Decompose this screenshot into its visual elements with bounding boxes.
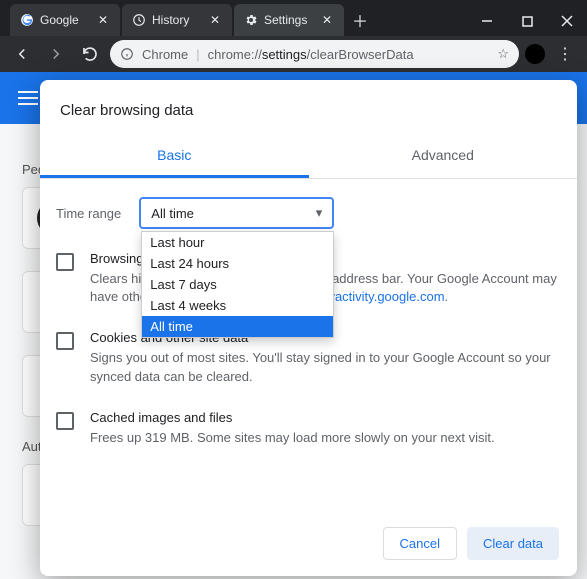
- tab-google[interactable]: Google ✕: [10, 4, 120, 36]
- time-range-dropdown: Last hour Last 24 hours Last 7 days Last…: [141, 231, 334, 338]
- tab-close-icon[interactable]: ✕: [208, 13, 222, 27]
- tab-close-icon[interactable]: ✕: [320, 13, 334, 27]
- cache-checkbox[interactable]: [56, 412, 74, 430]
- browser-menu-button[interactable]: ⋮: [551, 40, 579, 68]
- profile-avatar[interactable]: [525, 44, 545, 64]
- activity-link[interactable]: myactivity.google.com: [318, 289, 445, 304]
- dialog-title: Clear browsing data: [40, 80, 577, 135]
- tab-basic[interactable]: Basic: [40, 135, 309, 178]
- tab-label: Google: [40, 13, 79, 27]
- time-option[interactable]: Last 24 hours: [142, 253, 333, 274]
- clear-data-button[interactable]: Clear data: [467, 527, 559, 560]
- time-option[interactable]: All time: [142, 316, 333, 337]
- time-option[interactable]: Last hour: [142, 232, 333, 253]
- item-desc: Signs you out of most sites. You'll stay…: [90, 349, 561, 385]
- tab-close-icon[interactable]: ✕: [96, 13, 110, 27]
- browsing-history-checkbox[interactable]: [56, 253, 74, 271]
- time-option[interactable]: Last 7 days: [142, 274, 333, 295]
- chevron-down-icon: ▾: [316, 205, 323, 221]
- clear-browsing-data-dialog: Clear browsing data Basic Advanced Time …: [40, 80, 577, 576]
- time-range-select[interactable]: All time ▾ Last hour Last 24 hours Last …: [139, 197, 334, 229]
- tab-label: History: [152, 13, 189, 27]
- tab-label: Settings: [264, 13, 307, 27]
- site-info-icon[interactable]: [120, 47, 134, 61]
- tab-history[interactable]: History ✕: [122, 4, 232, 36]
- google-icon: [20, 13, 34, 27]
- tab-settings[interactable]: Settings ✕: [234, 4, 344, 36]
- window-maximize-button[interactable]: [507, 6, 547, 36]
- item-title: Cached images and files: [90, 410, 495, 425]
- reload-button[interactable]: [76, 40, 104, 68]
- new-tab-button[interactable]: ＋: [346, 6, 374, 34]
- omnibox-prefix: Chrome: [142, 47, 188, 62]
- history-icon: [132, 13, 146, 27]
- address-bar[interactable]: Chrome | chrome://settings/clearBrowserD…: [110, 40, 519, 68]
- window-minimize-button[interactable]: [467, 6, 507, 36]
- time-option[interactable]: Last 4 weeks: [142, 295, 333, 316]
- menu-icon[interactable]: [18, 91, 38, 105]
- cookies-checkbox[interactable]: [56, 332, 74, 350]
- item-desc: Frees up 319 MB. Some sites may load mor…: [90, 429, 495, 447]
- cancel-button[interactable]: Cancel: [383, 527, 457, 560]
- time-range-label: Time range: [56, 206, 121, 221]
- window-close-button[interactable]: [547, 6, 587, 36]
- forward-button[interactable]: [42, 40, 70, 68]
- gear-icon: [244, 13, 258, 27]
- tab-advanced[interactable]: Advanced: [309, 135, 578, 178]
- bookmark-star-icon[interactable]: ☆: [497, 46, 509, 62]
- time-range-value: All time: [151, 206, 194, 221]
- back-button[interactable]: [8, 40, 36, 68]
